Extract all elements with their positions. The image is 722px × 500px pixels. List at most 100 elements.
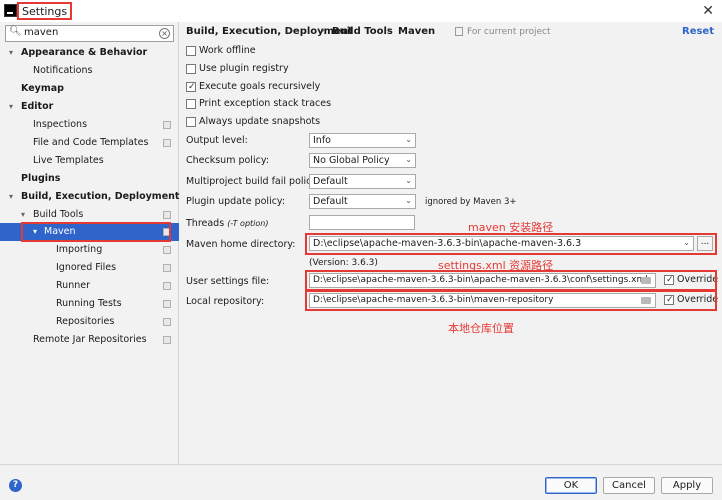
sidebar-item-label: Remote Jar Repositories xyxy=(33,334,147,345)
output-level-label: Output level: xyxy=(186,135,248,146)
breadcrumb-item: Maven xyxy=(398,26,436,37)
project-scope-icon xyxy=(163,246,171,254)
sidebar-item-label: Runner xyxy=(56,280,90,291)
plugin-update-select[interactable]: Default ⌄ xyxy=(309,194,416,209)
select-value: Info xyxy=(313,135,331,146)
folder-icon[interactable] xyxy=(641,277,651,284)
sidebar-item-importing[interactable]: Importing xyxy=(0,241,179,259)
checksum-policy-select[interactable]: No Global Policy ⌄ xyxy=(309,153,416,168)
chevron-down-icon: ⌄ xyxy=(405,155,412,164)
sidebar-item-label: Inspections xyxy=(33,119,88,130)
search-input[interactable]: 🔍︎ maven × xyxy=(5,25,174,42)
reset-link[interactable]: Reset xyxy=(682,26,714,37)
chevron-down-icon: ⌄ xyxy=(405,196,412,205)
sidebar-item-label: Build Tools xyxy=(33,209,84,220)
checkbox-box[interactable] xyxy=(186,80,196,94)
window-title: Settings xyxy=(17,2,73,20)
chevron-down-icon[interactable]: ▾ xyxy=(9,44,13,62)
select-value: No Global Policy xyxy=(313,155,390,166)
chevron-down-icon[interactable]: ▾ xyxy=(9,188,13,206)
sidebar-item-inspections[interactable]: Inspections xyxy=(0,116,179,134)
select-value: Default xyxy=(313,196,348,207)
sidebar-item-appearance[interactable]: ▾ Appearance & Behavior xyxy=(0,44,179,62)
project-scope-icon xyxy=(163,228,171,236)
cancel-button[interactable]: Cancel xyxy=(603,477,655,494)
checkbox-label: Execute goals recursively xyxy=(199,81,321,92)
browse-button[interactable]: ... xyxy=(697,236,713,251)
project-scope-icon xyxy=(163,336,171,344)
sidebar-item-label: Repositories xyxy=(56,316,115,327)
sidebar-item-running-tests[interactable]: Running Tests xyxy=(0,295,179,313)
maven-home-label: Maven home directory: xyxy=(186,239,296,250)
sidebar-item-ignored-files[interactable]: Ignored Files xyxy=(0,259,179,277)
input-value: D:\eclipse\apache-maven-3.6.3-bin\maven-… xyxy=(313,295,554,305)
checkbox-label: Print exception stack traces xyxy=(199,98,332,109)
project-scope-icon xyxy=(163,139,171,147)
sidebar-item-label: Editor xyxy=(21,101,54,112)
output-level-select[interactable]: Info ⌄ xyxy=(309,133,416,148)
checkbox-label: Override xyxy=(677,294,719,305)
sidebar-item-label: Ignored Files xyxy=(56,262,117,273)
plugin-update-label: Plugin update policy: xyxy=(186,196,286,207)
chevron-down-icon: ⌄ xyxy=(405,176,412,185)
sidebar-item-notifications[interactable]: Notifications xyxy=(0,62,179,80)
checkbox-box[interactable] xyxy=(664,293,674,307)
chevron-down-icon: ⌄ xyxy=(405,135,412,144)
sidebar-item-live-templates[interactable]: Live Templates xyxy=(0,152,179,170)
breadcrumb-item: Build, Execution, Deployment xyxy=(186,26,353,37)
breadcrumb-item: Build Tools xyxy=(332,26,393,37)
project-scope-icon xyxy=(163,211,171,219)
search-icon: 🔍︎ xyxy=(9,26,22,37)
ok-button[interactable]: OK xyxy=(545,477,597,494)
breadcrumb-separator: › xyxy=(321,25,325,36)
clear-icon[interactable]: × xyxy=(159,28,170,39)
sidebar-item-remote-jar[interactable]: Remote Jar Repositories xyxy=(0,331,179,349)
title-bar: Settings ✕ xyxy=(0,0,722,22)
checkbox-box[interactable] xyxy=(186,117,196,127)
select-value: Default xyxy=(313,176,348,187)
multiproject-fail-select[interactable]: Default ⌄ xyxy=(309,174,416,189)
threads-label-text: Threads xyxy=(186,218,225,229)
close-icon[interactable]: ✕ xyxy=(702,3,714,19)
project-scope-icon xyxy=(455,27,463,36)
chevron-down-icon[interactable]: ▾ xyxy=(33,223,37,241)
sidebar-item-maven[interactable]: ▾ Maven xyxy=(0,223,179,241)
input-value: D:\eclipse\apache-maven-3.6.3-bin\apache… xyxy=(313,275,648,285)
project-scope-icon xyxy=(163,264,171,272)
chevron-down-icon: ⌄ xyxy=(683,238,690,247)
project-scope-icon xyxy=(163,300,171,308)
breadcrumb: Build, Execution, Deployment › Build Too… xyxy=(180,22,722,43)
local-repo-label: Local repository: xyxy=(186,296,265,307)
local-repo-input[interactable]: D:\eclipse\apache-maven-3.6.3-bin\maven-… xyxy=(309,293,656,308)
threads-label: Threads (-T option) xyxy=(186,218,268,229)
search-value: maven xyxy=(24,27,59,38)
checkbox-box[interactable] xyxy=(186,99,196,109)
sidebar-item-file-templates[interactable]: File and Code Templates xyxy=(0,134,179,152)
chevron-down-icon[interactable]: ▾ xyxy=(9,98,13,116)
sidebar-item-label: Build, Execution, Deployment xyxy=(21,191,180,202)
folder-icon[interactable] xyxy=(641,297,651,304)
sidebar-item-build-tools[interactable]: ▾ Build Tools xyxy=(0,206,179,224)
apply-button[interactable]: Apply xyxy=(661,477,713,494)
checkbox-box[interactable] xyxy=(186,64,196,74)
checkbox-box[interactable] xyxy=(664,273,674,287)
checkbox-label: Override xyxy=(677,274,719,285)
sidebar-item-build-execution[interactable]: ▾ Build, Execution, Deployment xyxy=(0,188,179,206)
maven-home-select[interactable]: D:\eclipse\apache-maven-3.6.3-bin\apache… xyxy=(309,236,694,251)
threads-input[interactable] xyxy=(309,215,415,230)
help-icon[interactable]: ? xyxy=(9,479,22,492)
sidebar-item-editor[interactable]: ▾ Editor xyxy=(0,98,179,116)
checksum-policy-label: Checksum policy: xyxy=(186,155,269,166)
dialog-footer: ? OK Cancel Apply xyxy=(0,464,722,500)
settings-sidebar: 🔍︎ maven × ▾ Appearance & Behavior Notif… xyxy=(0,22,179,464)
sidebar-item-label: Maven xyxy=(44,226,76,237)
maven-version: (Version: 3.6.3) xyxy=(309,258,378,268)
sidebar-item-plugins[interactable]: Plugins xyxy=(0,170,179,188)
user-settings-input[interactable]: D:\eclipse\apache-maven-3.6.3-bin\apache… xyxy=(309,273,656,288)
sidebar-item-keymap[interactable]: Keymap xyxy=(0,80,179,98)
checkbox-box[interactable] xyxy=(186,46,196,56)
chevron-down-icon[interactable]: ▾ xyxy=(21,206,25,224)
sidebar-item-repositories[interactable]: Repositories xyxy=(0,313,179,331)
sidebar-item-label: Keymap xyxy=(21,83,64,94)
sidebar-item-runner[interactable]: Runner xyxy=(0,277,179,295)
